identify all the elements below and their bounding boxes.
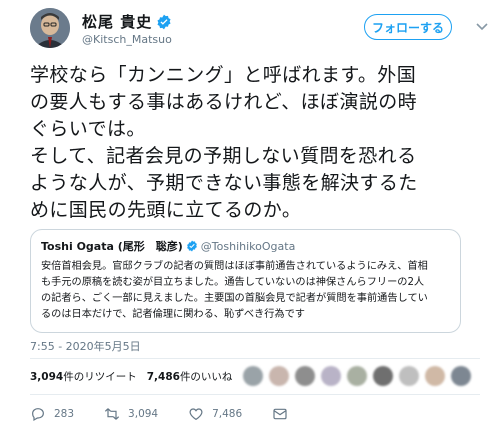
quoted-author-handle: @ToshihikoOgata: [200, 239, 296, 253]
quoted-text-line: るのは日本だけで、記者倫理に関わる、恥ずべき行為です: [41, 309, 305, 320]
liker-avatar[interactable]: [269, 366, 289, 386]
likes-label[interactable]: 件のいいね: [180, 369, 233, 384]
quoted-text-line: 安倍首相会見。官邸クラブの記者の質問はほぼ事前通告されているようにみえ、首相: [41, 261, 428, 272]
tweet-text-line: 学校なら「カンニング」と呼ばれます。外国: [30, 64, 417, 86]
envelope-icon: [273, 408, 287, 420]
tweet-text-line: めに国民の先頭に立てるのか。: [30, 199, 302, 221]
user-handle: @Kitsch_Matsuo: [82, 33, 172, 46]
liker-avatars: [243, 366, 477, 386]
liker-avatar[interactable]: [373, 366, 393, 386]
retweet-count: 3,094: [128, 408, 159, 420]
quoted-tweet-header: Toshi Ogata (尾形 聡彦) @ToshihikoOgata: [41, 238, 450, 254]
tweet-header: 松尾 貴史 @Kitsch_Matsuo フォローする: [30, 8, 490, 52]
chevron-down-icon[interactable]: [474, 18, 490, 34]
liker-avatar[interactable]: [321, 366, 341, 386]
liker-avatar[interactable]: [425, 366, 445, 386]
liker-avatar[interactable]: [451, 366, 471, 386]
quoted-text-line: の記者ら、ごく一部に見えました。主要国の首脳会見で記者が質問を事前通告してい: [41, 293, 428, 304]
liker-avatar[interactable]: [399, 366, 419, 386]
tweet-text-line: そして、記者会見の予期しない質問を恐れる: [30, 145, 417, 167]
tweet-text-line: の要人もする事はあるけれど、ほぼ演説の時: [30, 91, 418, 113]
quoted-tweet-text: 安倍首相会見。官邸クラブの記者の質問はほぼ事前通告されているようにみえ、首相 も…: [41, 259, 450, 323]
quoted-author-name: Toshi Ogata (尾形 聡彦): [41, 240, 183, 253]
retweets-count[interactable]: 3,094: [30, 371, 63, 383]
follow-button[interactable]: フォローする: [364, 14, 452, 40]
divider: [30, 394, 480, 395]
retweets-label[interactable]: 件のリツイート: [63, 369, 137, 384]
divider: [30, 358, 480, 359]
verified-badge-icon: [186, 240, 197, 252]
quoted-text-line: も手元の原稿を読む姿が目立ちました。通告していないのは神保さんらフリーの2人: [41, 277, 425, 288]
retweet-button[interactable]: 3,094: [104, 406, 158, 422]
engagement-stats: 3,094 件のリツイート 7,486 件のいいね: [30, 369, 232, 384]
verified-badge-icon: [157, 14, 171, 29]
liker-avatar[interactable]: [243, 366, 263, 386]
heart-icon: [189, 408, 203, 421]
liker-avatar[interactable]: [295, 366, 315, 386]
tweet-text-line: ぐらいでは。: [30, 118, 146, 140]
quoted-tweet[interactable]: Toshi Ogata (尾形 聡彦) @ToshihikoOgata 安倍首相…: [30, 229, 461, 333]
tweet-text: 学校なら「カンニング」と呼ばれます。外国 の要人もする事はあるけれど、ほぼ演説の…: [30, 62, 480, 224]
retweet-icon: [104, 408, 120, 420]
like-count: 7,486: [212, 408, 243, 420]
likes-count[interactable]: 7,486: [147, 371, 180, 383]
tweet-actions: 283 3,094 7,486: [30, 406, 326, 422]
reply-button[interactable]: 283: [30, 406, 74, 422]
message-button[interactable]: [272, 406, 296, 422]
name-row: 松尾 貴史: [82, 11, 172, 32]
tweet-timestamp[interactable]: 7:55 - 2020年5月5日: [30, 338, 141, 354]
avatar[interactable]: [30, 8, 70, 48]
reply-icon: [32, 408, 44, 422]
display-name[interactable]: 松尾 貴史: [82, 11, 152, 32]
tweet-text-line: ような人が、予期できない事態を解決するた: [30, 172, 418, 194]
reply-count: 283: [54, 408, 75, 420]
liker-avatar[interactable]: [347, 366, 367, 386]
like-button[interactable]: 7,486: [188, 406, 242, 422]
